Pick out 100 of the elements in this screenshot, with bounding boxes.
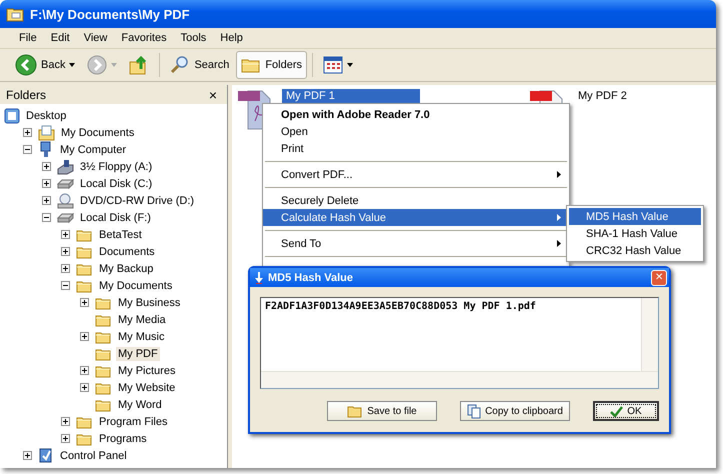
grid-view-icon	[323, 56, 344, 74]
tree-item[interactable]: My Business	[116, 296, 182, 310]
menu-item[interactable]: Print	[263, 140, 569, 157]
folder-icon	[95, 364, 112, 378]
expand-icon[interactable]	[42, 179, 51, 188]
caret-icon	[347, 63, 354, 67]
horizontal-scrollbar[interactable]	[261, 371, 658, 388]
pane-title: Folders	[6, 88, 46, 102]
tree-item[interactable]: Local Disk (C:)	[78, 176, 154, 190]
file-name[interactable]: My PDF 1	[282, 89, 420, 103]
menu-item[interactable]: MD5 Hash Value	[569, 208, 701, 225]
folder-icon	[6, 6, 24, 22]
desktop-icon	[4, 108, 20, 124]
copy-button[interactable]: Copy to clipboard	[460, 401, 570, 421]
expand-icon[interactable]	[61, 247, 70, 256]
menu-item[interactable]: Open with Adobe Reader 7.0	[263, 106, 569, 123]
folder-icon	[95, 398, 112, 412]
tree-item[interactable]: Documents	[97, 244, 157, 258]
folder-icon	[76, 278, 93, 292]
expand-icon[interactable]	[80, 332, 89, 341]
tree-item[interactable]: My Documents	[59, 126, 136, 140]
control-panel-icon	[38, 447, 54, 464]
expand-icon[interactable]	[23, 451, 32, 460]
expand-icon[interactable]	[42, 196, 51, 205]
menu-item[interactable]: SHA-1 Hash Value	[569, 225, 701, 242]
menu-item[interactable]: View	[76, 30, 114, 46]
collapse-icon[interactable]	[23, 145, 32, 154]
menu-item[interactable]: Tools	[174, 30, 214, 46]
tree-item[interactable]: Programs	[97, 432, 149, 446]
tree-item[interactable]: My Documents	[97, 278, 174, 292]
close-button[interactable]: ✕	[651, 270, 667, 286]
folder-icon	[76, 244, 93, 258]
expand-icon[interactable]	[61, 434, 70, 443]
tree-item[interactable]: BetaTest	[97, 228, 144, 242]
download-arrow-icon	[255, 272, 263, 284]
tree-item[interactable]: Desktop	[24, 108, 68, 122]
tree-item[interactable]: Local Disk (F:)	[78, 210, 153, 224]
menu-item[interactable]: Send To	[263, 235, 569, 252]
close-button[interactable]: ×	[204, 86, 221, 102]
search-icon	[170, 55, 190, 75]
folder-icon	[241, 57, 262, 73]
expand-icon[interactable]	[80, 298, 89, 307]
menu-item[interactable]: Open	[263, 123, 569, 140]
copy-icon	[467, 404, 482, 418]
expand-icon[interactable]	[42, 162, 51, 171]
tree-item[interactable]: 3½ Floppy (A:)	[78, 160, 154, 174]
hash-text: F2ADF1A3F0D134A9EE3A5EB70C88D053 My PDF 1.pdf	[265, 301, 536, 312]
folder-icon	[76, 432, 93, 446]
file-name[interactable]: My PDF 2	[574, 89, 631, 103]
documents-icon	[38, 124, 55, 140]
window-title: F:\My Documents\My PDF	[30, 6, 190, 22]
folders-button[interactable]: Folders	[236, 51, 308, 79]
search-button[interactable]: Search	[165, 51, 234, 79]
vertical-scrollbar[interactable]	[641, 298, 658, 371]
expand-icon[interactable]	[61, 264, 70, 273]
caret-icon	[111, 63, 118, 67]
tree-item[interactable]: My Backup	[97, 262, 156, 276]
menu-item[interactable]: Securely Delete	[263, 192, 569, 209]
collapse-icon[interactable]	[61, 281, 70, 290]
expand-icon[interactable]	[80, 383, 89, 392]
back-button[interactable]: Back	[10, 51, 80, 79]
tree-item[interactable]: DVD/CD-RW Drive (D:)	[78, 194, 196, 208]
tree-item[interactable]: My Music	[116, 330, 166, 344]
menu-item[interactable]: Calculate Hash Value	[263, 209, 569, 226]
tree-item[interactable]: My Pictures	[116, 364, 178, 378]
menu-item[interactable]: CRC32 Hash Value	[569, 242, 701, 259]
folder-icon	[76, 262, 93, 276]
collapse-icon[interactable]	[42, 213, 51, 222]
expand-icon[interactable]	[80, 366, 89, 375]
folder-icon	[347, 404, 364, 418]
checkmark-icon	[610, 406, 624, 416]
expand-icon[interactable]	[61, 230, 70, 239]
menu-item[interactable]: Favorites	[114, 30, 174, 46]
tree-item[interactable]: My Computer	[58, 142, 128, 156]
caret-icon	[69, 63, 76, 67]
tree-item[interactable]: My Media	[116, 312, 168, 326]
menu-item[interactable]: Convert PDF...	[263, 166, 569, 183]
expand-icon[interactable]	[23, 128, 32, 137]
folder-icon	[76, 414, 93, 428]
save-button[interactable]: Save to file	[327, 401, 437, 421]
menu-item[interactable]: File	[12, 30, 44, 46]
disk-drive-icon	[57, 178, 74, 190]
folder-icon	[95, 296, 112, 310]
folder-icon	[95, 380, 112, 394]
tree-item[interactable]: My Word	[116, 398, 164, 412]
expand-icon[interactable]	[61, 417, 70, 426]
hash-output-field[interactable]: F2ADF1A3F0D134A9EE3A5EB70C88D053 My PDF 1.pdf	[260, 297, 659, 389]
tree-item[interactable]: Control Panel	[58, 448, 129, 462]
folder-icon	[95, 346, 112, 360]
tree-item[interactable]: My Website	[116, 380, 178, 394]
menu-item[interactable]: Help	[213, 30, 250, 46]
floppy-icon	[57, 158, 74, 174]
folder-icon	[76, 228, 93, 242]
disk-drive-icon	[57, 212, 74, 224]
cd-drive-icon	[57, 192, 74, 208]
tree-item[interactable]: Program Files	[97, 414, 170, 428]
menu-item[interactable]: Edit	[44, 30, 77, 46]
ok-button[interactable]: OK	[593, 401, 659, 421]
tree-item[interactable]: My PDF	[116, 346, 160, 360]
folder-icon	[95, 330, 112, 344]
